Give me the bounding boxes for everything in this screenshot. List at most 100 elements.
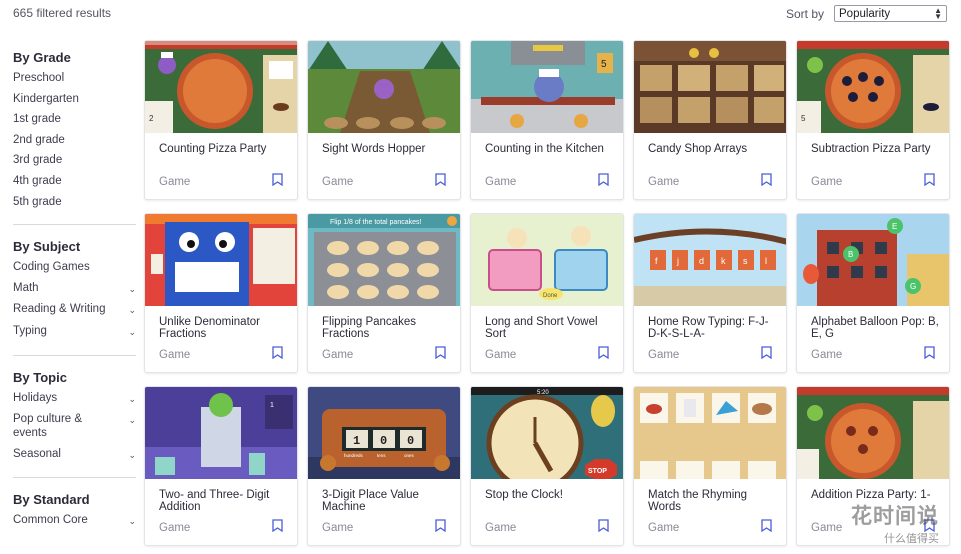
stop-sign-text: STOP — [588, 468, 607, 475]
filter-label: Coding Games — [13, 261, 90, 274]
game-card-alphabet-balloon-pop[interactable]: B E G Alphabet Balloon Pop: B, E, G Game — [796, 213, 950, 373]
bookmark-icon[interactable] — [435, 173, 446, 186]
card-title: Counting Pizza Party — [159, 143, 267, 155]
filter-coding-games[interactable]: Coding Games — [13, 260, 136, 274]
filter-4th-grade[interactable]: 4th grade — [13, 174, 136, 188]
filter-preschool[interactable]: Preschool — [13, 71, 136, 85]
card-type: Game — [159, 522, 191, 534]
game-card-match-the-rhyming-words[interactable]: Match the Rhyming Words Game — [633, 386, 787, 546]
facet-subject: By Subject Coding Games Math ⌄ Reading & … — [13, 239, 136, 356]
bookmark-icon[interactable] — [598, 173, 609, 186]
filter-label: 2nd grade — [13, 133, 65, 146]
game-card-candy-shop-arrays[interactable]: Candy Shop Arrays Game — [633, 40, 787, 200]
filter-1st-grade[interactable]: 1st grade — [13, 112, 136, 126]
candy-shop-thumbnail — [634, 41, 786, 133]
subtraction-number: 5 — [801, 114, 806, 123]
game-card-home-row-typing[interactable]: f j d k s l Home Row Typing: F-J-D-K-S-L… — [633, 213, 787, 373]
filter-5th-grade[interactable]: 5th grade — [13, 195, 136, 209]
game-card-counting-pizza-party[interactable]: 2 Counting Pizza Party Game — [144, 40, 298, 200]
bookmark-icon[interactable] — [924, 346, 935, 359]
filter-label: 5th grade — [13, 195, 62, 208]
bookmark-icon[interactable] — [924, 519, 935, 532]
game-card-two-and-three-digit-addition[interactable]: 1 Two- and Three- Digit Addition Game — [144, 386, 298, 546]
card-type: Game — [648, 349, 680, 361]
chevron-down-icon[interactable]: ⌄ — [128, 392, 136, 406]
filter-pop-culture[interactable]: Pop culture & events ⌄ — [13, 412, 136, 440]
filter-label: Reading & Writing — [13, 303, 106, 316]
filter-seasonal[interactable]: Seasonal ⌄ — [13, 447, 136, 462]
chevron-down-icon[interactable]: ⌄ — [128, 282, 136, 296]
bookmark-icon[interactable] — [598, 346, 609, 359]
typing-letter: l — [765, 256, 767, 266]
filter-label: Holidays — [13, 391, 58, 404]
pizza-thumbnail: 2 — [145, 41, 297, 133]
kitchen-price: 5 — [601, 59, 607, 70]
bookmark-icon[interactable] — [761, 346, 772, 359]
card-type: Game — [322, 349, 354, 361]
filter-label: Preschool — [13, 72, 65, 84]
card-title: Sight Words Hopper — [322, 143, 426, 155]
card-title: Subtraction Pizza Party — [811, 143, 931, 155]
chevron-down-icon[interactable]: ⌄ — [128, 325, 136, 339]
updown-arrows-icon: ▲ ▼ — [934, 5, 942, 21]
place-value-digit: 0 — [407, 434, 414, 448]
card-title: Flipping Pancakes Fractions — [322, 316, 416, 340]
filter-typing[interactable]: Typing ⌄ — [13, 324, 136, 339]
facet-grade: By Grade Preschool Kindergarten 1st grad… — [13, 50, 136, 226]
bookmark-icon[interactable] — [435, 346, 446, 359]
bookmark-icon[interactable] — [272, 519, 283, 532]
game-card-unlike-denominator-fractions[interactable]: Unlike Denominator Fractions Game — [144, 213, 298, 373]
chevron-down-icon[interactable]: ⌄ — [128, 303, 136, 317]
card-type: Game — [811, 176, 843, 188]
bookmark-icon[interactable] — [435, 519, 446, 532]
sort-select[interactable]: Popularity ▲ ▼ — [834, 5, 947, 22]
balloon-letter: E — [892, 222, 897, 231]
game-card-long-and-short-vowel-sort[interactable]: Done Long and Short Vowel Sort Game — [470, 213, 624, 373]
card-title: Unlike Denominator Fractions — [159, 316, 260, 340]
bookmark-icon[interactable] — [924, 173, 935, 186]
card-type: Game — [322, 522, 354, 534]
filter-label: 1st grade — [13, 113, 61, 126]
svg-text:1: 1 — [270, 402, 274, 409]
bookmark-icon[interactable] — [761, 173, 772, 186]
chevron-down-icon[interactable]: ⌄ — [128, 448, 136, 462]
chevron-down-icon[interactable]: ⌄ — [128, 514, 136, 528]
game-card-sight-words-hopper[interactable]: Sight Words Hopper Game — [307, 40, 461, 200]
filter-label: Kindergarten — [13, 92, 79, 105]
balloon-letter: G — [910, 282, 916, 291]
game-card-counting-in-the-kitchen[interactable]: 5 Counting in the Kitchen Game — [470, 40, 624, 200]
svg-text:Done: Done — [543, 293, 558, 299]
chevron-down-icon[interactable]: ⌄ — [128, 413, 136, 427]
typing-letter: j — [676, 256, 679, 266]
filter-holidays[interactable]: Holidays ⌄ — [13, 391, 136, 406]
place-value-digit: 0 — [380, 434, 387, 448]
game-card-stop-the-clock[interactable]: 5:20 STOP Stop the Clock! Game — [470, 386, 624, 546]
sort-control: Sort by Popularity ▲ ▼ — [786, 5, 947, 22]
vowel-sort-thumbnail: Done — [471, 214, 623, 306]
card-type: Game — [159, 349, 191, 361]
filter-common-core[interactable]: Common Core ⌄ — [13, 513, 136, 528]
filter-2nd-grade[interactable]: 2nd grade — [13, 133, 136, 147]
card-title: Counting in the Kitchen — [485, 143, 604, 155]
filter-3rd-grade[interactable]: 3rd grade — [13, 153, 136, 167]
bookmark-icon[interactable] — [761, 519, 772, 532]
game-card-flipping-pancakes-fractions[interactable]: Flip 1/8 of the total pancakes! Flipping… — [307, 213, 461, 373]
card-title: Long and Short Vowel Sort — [485, 316, 598, 340]
typing-letter: d — [699, 256, 704, 266]
bookmark-icon[interactable] — [272, 346, 283, 359]
game-card-addition-pizza-party[interactable]: Addition Pizza Party: 1- Game — [796, 386, 950, 546]
clock-thumbnail: 5:20 STOP — [471, 387, 623, 479]
game-card-3-digit-place-value-machine[interactable]: 1 0 0 hundreds tens ones 3-Digit Place V… — [307, 386, 461, 546]
svg-text:2: 2 — [149, 114, 154, 123]
filter-kindergarten[interactable]: Kindergarten — [13, 92, 136, 106]
card-title: Two- and Three- Digit Addition — [159, 489, 270, 513]
filter-reading-writing[interactable]: Reading & Writing ⌄ — [13, 302, 136, 317]
filter-math[interactable]: Math ⌄ — [13, 281, 136, 296]
place-value-label: hundreds — [344, 453, 364, 458]
balloon-letter: B — [848, 250, 853, 259]
bookmark-icon[interactable] — [272, 173, 283, 186]
typing-letter: s — [743, 256, 748, 266]
game-card-subtraction-pizza-party[interactable]: 5 Subtraction Pizza Party Game — [796, 40, 950, 200]
card-type: Game — [322, 176, 354, 188]
bookmark-icon[interactable] — [598, 519, 609, 532]
